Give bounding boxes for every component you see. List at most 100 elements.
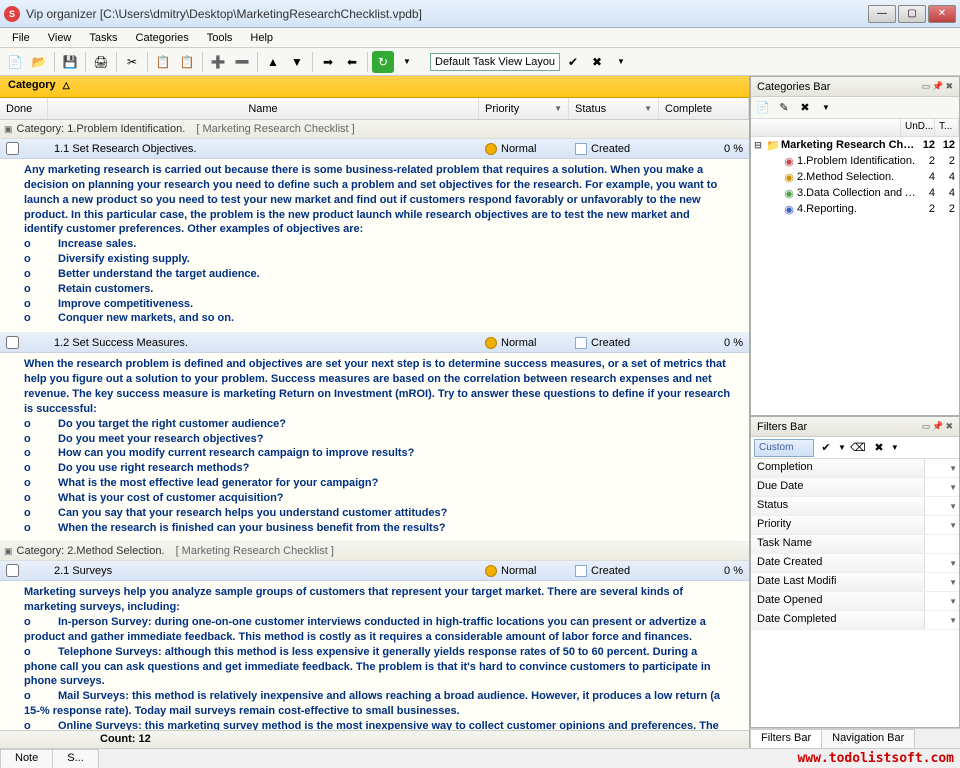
tree-col-total[interactable]: T... — [935, 119, 959, 136]
filter-apply-drop[interactable]: ▼ — [838, 443, 846, 452]
menu-file[interactable]: File — [4, 30, 38, 46]
cat-drop-icon[interactable]: ▼ — [817, 99, 835, 117]
panel-close-icon[interactable]: ✖ — [945, 81, 953, 92]
side-tab[interactable]: Navigation Bar — [821, 729, 915, 748]
tree-root[interactable]: ⊟📁Marketing Research Checkli1212 — [751, 137, 959, 153]
filter-selector[interactable]: Custom — [754, 439, 814, 457]
done-checkbox[interactable] — [6, 336, 19, 349]
chevron-down-icon[interactable]: ▼ — [949, 483, 957, 492]
col-priority[interactable]: Priority — [485, 103, 519, 115]
categories-tree[interactable]: ⊟📁Marketing Research Checkli1212◉1.Probl… — [751, 137, 959, 415]
filter-del-drop[interactable]: ▼ — [891, 443, 899, 452]
priority-dropdown-icon[interactable]: ▼ — [554, 104, 562, 113]
tree-col-undone[interactable]: UnD... — [901, 119, 935, 136]
menu-tasks[interactable]: Tasks — [81, 30, 125, 46]
filter-row[interactable]: Task Name — [751, 535, 959, 554]
bottom-tab[interactable]: S... — [52, 749, 99, 768]
categories-panel: Categories Bar ▭ 📌 ✖ 📄 ✎ ✖ ▼ UnD... T...… — [750, 76, 960, 416]
panel-restore-icon[interactable]: ▭ — [922, 421, 931, 432]
save-icon[interactable]: 💾 — [59, 51, 81, 73]
group-row[interactable]: ▣ Category: 2.Method Selection. [ Market… — [0, 542, 749, 561]
filter-row[interactable]: Status▼ — [751, 497, 959, 516]
close-button[interactable]: ✕ — [928, 5, 956, 23]
task-priority: Normal — [501, 565, 536, 577]
layout-apply-icon[interactable]: ✔ — [562, 51, 584, 73]
col-complete[interactable]: Complete — [665, 103, 712, 115]
outdent-icon[interactable]: ⬅ — [341, 51, 363, 73]
priority-icon — [485, 565, 497, 577]
filter-row[interactable]: Date Last Modifi▼ — [751, 573, 959, 592]
chevron-down-icon[interactable]: ▼ — [949, 559, 957, 568]
minimize-button[interactable]: — — [868, 5, 896, 23]
task-row[interactable]: 1.2 Set Success Measures.NormalCreated0 … — [0, 333, 749, 353]
panel-close-icon[interactable]: ✖ — [945, 421, 953, 432]
chevron-down-icon[interactable]: ▼ — [949, 464, 957, 473]
menu-tools[interactable]: Tools — [199, 30, 241, 46]
chevron-down-icon[interactable]: ▼ — [949, 521, 957, 530]
chevron-down-icon[interactable]: ▼ — [949, 616, 957, 625]
tree-node[interactable]: ◉1.Problem Identification.22 — [751, 153, 959, 169]
col-status[interactable]: Status — [575, 103, 606, 115]
paste-icon[interactable]: 📋 — [176, 51, 198, 73]
tree-node[interactable]: ◉4.Reporting.22 — [751, 201, 959, 217]
indent-icon[interactable]: ➡ — [317, 51, 339, 73]
col-done[interactable]: Done — [6, 103, 32, 115]
cat-del-icon[interactable]: ✖ — [796, 99, 814, 117]
filter-row[interactable]: Date Completed ▼ — [751, 611, 959, 630]
chevron-down-icon[interactable]: ▼ — [949, 597, 957, 606]
menu-view[interactable]: View — [40, 30, 80, 46]
filter-apply-icon[interactable]: ✔ — [817, 439, 835, 457]
layout-drop-icon[interactable]: ▼ — [610, 51, 632, 73]
panel-restore-icon[interactable]: ▭ — [922, 81, 931, 92]
filter-row[interactable]: Priority ▼ — [751, 516, 959, 535]
cat-edit-icon[interactable]: ✎ — [775, 99, 793, 117]
col-name[interactable]: Name — [248, 103, 277, 115]
bottom-tab[interactable]: Note — [0, 749, 53, 768]
done-checkbox[interactable] — [6, 564, 19, 577]
maximize-button[interactable]: ▢ — [898, 5, 926, 23]
filter-label: Priority — [751, 516, 925, 534]
task-add-icon[interactable]: ➕ — [207, 51, 229, 73]
side-tab[interactable]: Filters Bar — [750, 729, 822, 748]
task-del-icon[interactable]: ➖ — [231, 51, 253, 73]
category-bar[interactable]: Category △ — [0, 76, 749, 98]
tree-node[interactable]: ◉2.Method Selection.44 — [751, 169, 959, 185]
dropdown-icon[interactable]: ▼ — [396, 51, 418, 73]
filter-label: Date Completed — [751, 611, 925, 629]
tree-col-name[interactable] — [751, 119, 901, 136]
layout-del-icon[interactable]: ✖ — [586, 51, 608, 73]
print-icon[interactable]: 🖨 — [90, 51, 112, 73]
tree-node[interactable]: ◉3.Data Collection and Analy44 — [751, 185, 959, 201]
filter-label: Due Date — [751, 478, 925, 496]
filter-row[interactable]: Due Date ▼ — [751, 478, 959, 497]
filter-del-icon[interactable]: ✖ — [870, 439, 888, 457]
group-row[interactable]: ▣ Category: 1.Problem Identification. [ … — [0, 120, 749, 139]
done-checkbox[interactable] — [6, 142, 19, 155]
open-icon[interactable]: 📂 — [28, 51, 50, 73]
menu-help[interactable]: Help — [242, 30, 281, 46]
task-row[interactable]: 1.1 Set Research Objectives.NormalCreate… — [0, 139, 749, 159]
new-icon[interactable]: 📄 — [4, 51, 26, 73]
filter-row[interactable]: Date Opened ▼ — [751, 592, 959, 611]
filter-label: Task Name — [751, 535, 925, 553]
cat-new-icon[interactable]: 📄 — [754, 99, 772, 117]
layout-select[interactable] — [430, 53, 560, 71]
refresh-icon[interactable]: ↻ — [372, 51, 394, 73]
status-dropdown-icon[interactable]: ▼ — [644, 104, 652, 113]
panel-pin-icon[interactable]: 📌 — [932, 421, 943, 432]
up-icon[interactable]: ▲ — [262, 51, 284, 73]
chevron-down-icon[interactable]: ▼ — [949, 578, 957, 587]
filter-row[interactable]: Date Created▼ — [751, 554, 959, 573]
task-note: When the research problem is defined and… — [0, 353, 749, 542]
panel-pin-icon[interactable]: 📌 — [932, 81, 943, 92]
filter-clear-icon[interactable]: ⌫ — [849, 439, 867, 457]
chevron-down-icon[interactable]: ▼ — [949, 502, 957, 511]
filter-label: Date Opened — [751, 592, 925, 610]
filter-row[interactable]: Completion▼ — [751, 459, 959, 478]
cut-icon[interactable]: ✂ — [121, 51, 143, 73]
down-icon[interactable]: ▼ — [286, 51, 308, 73]
menu-categories[interactable]: Categories — [128, 30, 197, 46]
task-row[interactable]: 2.1 SurveysNormalCreated0 % — [0, 561, 749, 581]
grid-body[interactable]: ▣ Category: 1.Problem Identification. [ … — [0, 120, 749, 730]
copy-icon[interactable]: 📋 — [152, 51, 174, 73]
